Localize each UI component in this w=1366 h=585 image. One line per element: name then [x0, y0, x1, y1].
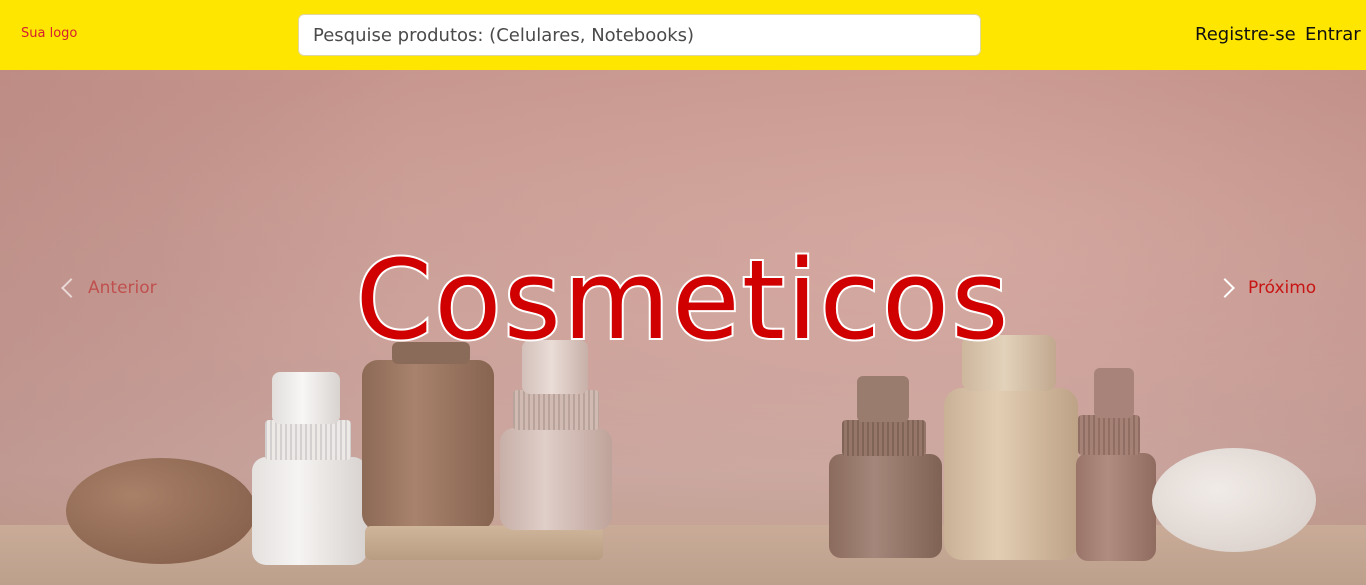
search-input[interactable] [298, 14, 981, 56]
carousel-next-button[interactable]: Próximo [1215, 278, 1317, 298]
chevron-right-icon [1215, 278, 1235, 298]
top-header: Sua logo Registre-se Entrar [0, 0, 1366, 70]
site-logo[interactable]: Sua logo [21, 26, 77, 41]
hero-title: Cosmeticos [353, 236, 1011, 364]
register-link[interactable]: Registre-se [1195, 24, 1296, 45]
hero-carousel: Anterior Cosmeticos Próximo [0, 70, 1366, 585]
carousel-next-label: Próximo [1248, 278, 1317, 298]
login-link[interactable]: Entrar [1305, 24, 1361, 45]
